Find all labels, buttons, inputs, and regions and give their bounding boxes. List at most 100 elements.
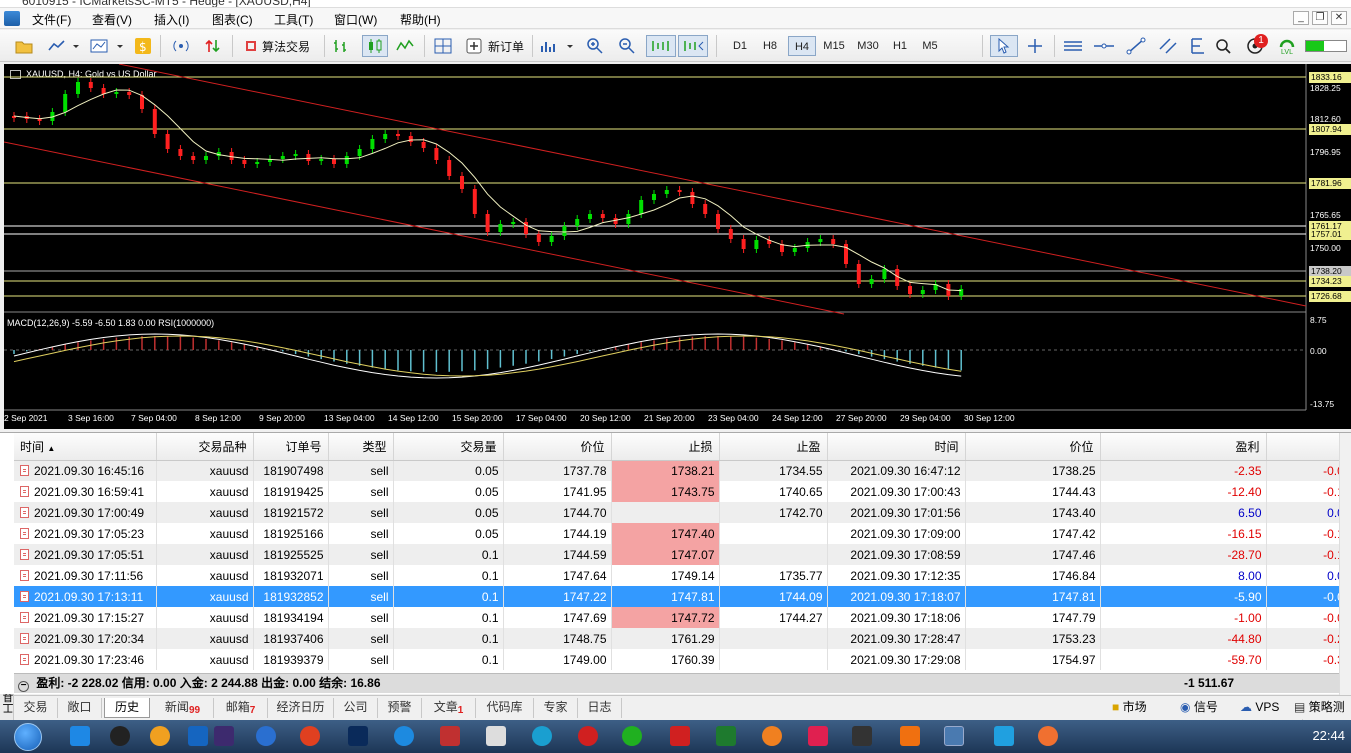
table-row[interactable]: 2021.09.30 16:59:41 xauusd 181919425 sell 0.… <box>14 481 1351 502</box>
video-app-icon[interactable] <box>808 726 828 746</box>
app-circle-icon[interactable] <box>394 726 414 746</box>
firefox-icon[interactable] <box>1038 726 1058 746</box>
tab-history[interactable]: 历史 <box>104 698 150 718</box>
chart-app-icon[interactable] <box>852 726 872 746</box>
table-scrollbar[interactable] <box>1339 433 1351 695</box>
indicators-icon[interactable] <box>538 35 578 57</box>
table-row[interactable]: 2021.09.30 17:13:11 xauusd 181932852 sell 0.… <box>14 586 1351 607</box>
col-ticket[interactable]: 订单号 <box>253 433 329 461</box>
crosshair-icon[interactable] <box>1024 35 1046 57</box>
table-row[interactable]: 2021.09.30 17:05:51 xauusd 181925525 sell 0.… <box>14 544 1351 565</box>
close-icon[interactable]: ✕ <box>1331 11 1347 25</box>
tab-news[interactable]: 新闻99 <box>152 698 214 718</box>
photoshop-icon[interactable] <box>348 726 368 746</box>
candlestick-icon[interactable] <box>362 35 388 57</box>
restore-icon[interactable]: ❐ <box>1312 11 1328 25</box>
table-row[interactable]: 2021.09.30 17:05:23 xauusd 181925166 sell 0.… <box>14 523 1351 544</box>
line-chart-icon[interactable] <box>394 35 416 57</box>
weibo-icon[interactable] <box>578 726 598 746</box>
table-row[interactable]: 2021.09.30 17:23:46 xauusd 181939379 sell 0.… <box>14 649 1351 670</box>
tab-mailbox[interactable]: 邮箱7 <box>214 698 268 718</box>
col-volume[interactable]: 交易量 <box>393 433 504 461</box>
browser-icon[interactable] <box>150 726 170 746</box>
buy-sell-arrows-icon[interactable] <box>202 35 224 57</box>
templates-icon[interactable] <box>88 35 126 57</box>
col-symbol[interactable]: 交易品种 <box>156 433 254 461</box>
horizontal-line-icon[interactable] <box>1092 35 1116 57</box>
word-icon[interactable] <box>188 726 208 746</box>
c-app-icon[interactable] <box>670 726 690 746</box>
taskbar-app-icon-2[interactable] <box>994 726 1014 746</box>
timeframe-h4[interactable]: H4 <box>788 36 816 56</box>
col-take-profit[interactable]: 止盈 <box>719 433 828 461</box>
search-icon[interactable] <box>1212 35 1234 57</box>
menu-insert[interactable]: 插入(I) <box>154 11 189 28</box>
minimize-icon[interactable]: _ <box>1293 11 1309 25</box>
tab-codebase[interactable]: 代码库 <box>476 698 534 718</box>
orange-app-icon[interactable] <box>762 726 782 746</box>
menu-view[interactable]: 查看(V) <box>92 11 132 28</box>
col-stop-loss[interactable]: 止损 <box>611 433 720 461</box>
app-icon[interactable] <box>4 11 20 26</box>
menu-tools[interactable]: 工具(T) <box>274 11 313 28</box>
media-icon[interactable] <box>440 726 460 746</box>
level-icon[interactable]: LVL <box>1276 35 1298 57</box>
signals-button[interactable]: ◉ 信号 <box>1180 698 1218 718</box>
network-icon[interactable] <box>256 726 276 746</box>
algo-trading-button[interactable]: 算法交易 <box>240 35 316 57</box>
tab-experts[interactable]: 专家 <box>534 698 578 718</box>
mt5-taskbar-icon[interactable] <box>944 726 964 746</box>
col-profit[interactable]: 盈利 <box>1100 433 1267 461</box>
cursor-icon[interactable] <box>990 35 1018 57</box>
zoom-in-icon[interactable] <box>584 35 606 57</box>
table-row[interactable]: 2021.09.30 17:00:49 xauusd 181921572 sell 0.… <box>14 502 1351 523</box>
wechat-icon[interactable] <box>622 726 642 746</box>
menu-chart[interactable]: 图表(C) <box>212 11 253 28</box>
col-close-time[interactable]: 时间 <box>827 433 966 461</box>
document-icon[interactable] <box>486 726 506 746</box>
timeframe-h8[interactable]: H8 <box>756 36 784 56</box>
open-folder-icon[interactable] <box>12 35 36 57</box>
chrome-icon[interactable] <box>300 726 320 746</box>
timeframe-m15[interactable]: M15 <box>820 36 848 56</box>
tab-trade[interactable]: 交易 <box>14 698 58 718</box>
tab-calendar[interactable]: 经济日历 <box>268 698 334 718</box>
trendline-icon[interactable] <box>1124 35 1148 57</box>
tab-journal[interactable]: 日志 <box>578 698 622 718</box>
timeframe-h1[interactable]: H1 <box>886 36 914 56</box>
market-button[interactable]: ■ 市场 <box>1112 698 1147 718</box>
chart-type-icon[interactable] <box>46 35 82 57</box>
col-close-price[interactable]: 价位 <box>965 433 1101 461</box>
tab-company[interactable]: 公司 <box>334 698 378 718</box>
green-app-icon[interactable] <box>716 726 736 746</box>
tab-articles[interactable]: 文章1 <box>422 698 476 718</box>
channel-icon[interactable] <box>1156 35 1180 57</box>
dollar-icon[interactable]: $ <box>132 35 154 57</box>
col-type[interactable]: 类型 <box>328 433 394 461</box>
menu-help[interactable]: 帮助(H) <box>400 11 441 28</box>
timeframe-m5[interactable]: M5 <box>916 36 944 56</box>
col-open-time[interactable]: 时间 ▲ <box>14 433 157 461</box>
vps-button[interactable]: ☁ VPS <box>1240 698 1279 718</box>
grid-icon[interactable] <box>432 35 454 57</box>
qq-icon[interactable] <box>110 726 130 746</box>
strategy-tester-button[interactable]: ▤ 策略测试 <box>1294 698 1351 733</box>
premiere-icon[interactable] <box>214 726 234 746</box>
tab-alerts[interactable]: 预警 <box>378 698 422 718</box>
col-open-price[interactable]: 价位 <box>503 433 612 461</box>
autoscroll-icon[interactable] <box>646 35 676 57</box>
signal-icon[interactable] <box>170 35 192 57</box>
start-button[interactable] <box>14 723 42 751</box>
menu-file[interactable]: 文件(F) <box>32 11 71 28</box>
timeframe-m30[interactable]: M30 <box>854 36 882 56</box>
tab-exposure[interactable]: 敞口 <box>58 698 102 718</box>
timeframe-d1[interactable]: D1 <box>726 36 754 56</box>
table-row[interactable]: 2021.09.30 17:11:56 xauusd 181932071 sell 0.… <box>14 565 1351 586</box>
refresh-app-icon[interactable] <box>532 726 552 746</box>
collapse-icon[interactable]: − <box>18 681 29 692</box>
new-order-button[interactable]: 新订单 <box>464 35 526 57</box>
table-row[interactable]: 2021.09.30 17:15:27 xauusd 181934194 sell 0.… <box>14 607 1351 628</box>
taskbar-app-icon[interactable] <box>70 726 90 746</box>
table-row[interactable]: 2021.09.30 16:45:16 xauusd 181907498 sell 0.… <box>14 460 1351 481</box>
fibonacci-icon[interactable] <box>1186 35 1210 57</box>
